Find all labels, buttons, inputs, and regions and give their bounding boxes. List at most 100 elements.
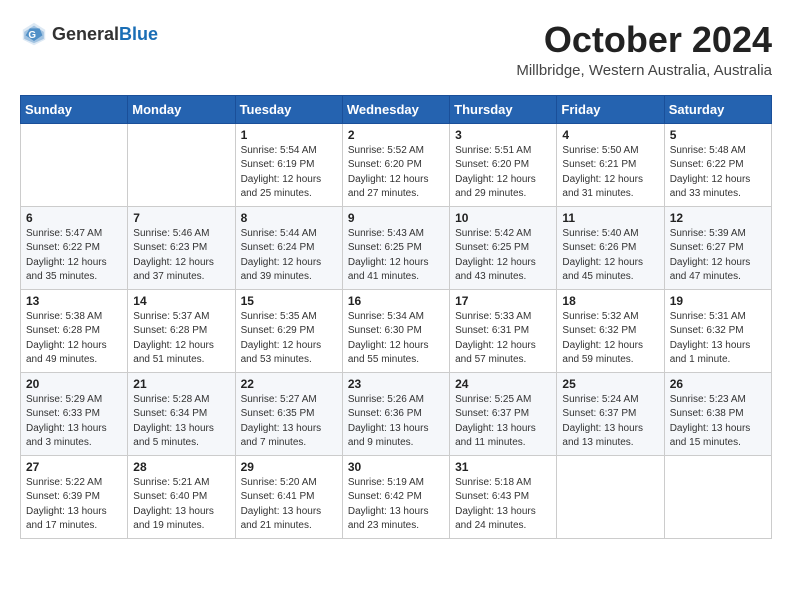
cell-line: Sunset: 6:40 PM xyxy=(133,490,229,505)
cell-line: Sunset: 6:24 PM xyxy=(241,241,337,256)
calendar-cell: 28Sunrise: 5:21 AMSunset: 6:40 PMDayligh… xyxy=(128,455,235,538)
cell-line: Sunrise: 5:35 AM xyxy=(241,310,337,325)
cell-content: Sunrise: 5:35 AMSunset: 6:29 PMDaylight:… xyxy=(241,310,337,368)
cell-line: Sunrise: 5:39 AM xyxy=(670,227,766,242)
day-number: 27 xyxy=(26,460,122,474)
cell-line: Daylight: 13 hours and 7 minutes. xyxy=(241,422,337,451)
cell-line: Sunset: 6:25 PM xyxy=(348,241,444,256)
day-number: 13 xyxy=(26,294,122,308)
calendar-cell: 23Sunrise: 5:26 AMSunset: 6:36 PMDayligh… xyxy=(342,372,449,455)
cell-line: Daylight: 12 hours and 37 minutes. xyxy=(133,256,229,285)
cell-content: Sunrise: 5:50 AMSunset: 6:21 PMDaylight:… xyxy=(562,144,658,202)
cell-content: Sunrise: 5:42 AMSunset: 6:25 PMDaylight:… xyxy=(455,227,551,285)
cell-line: Sunset: 6:20 PM xyxy=(348,158,444,173)
day-number: 3 xyxy=(455,128,551,142)
cell-line: Sunset: 6:23 PM xyxy=(133,241,229,256)
cell-line: Daylight: 12 hours and 41 minutes. xyxy=(348,256,444,285)
day-number: 18 xyxy=(562,294,658,308)
day-number: 10 xyxy=(455,211,551,225)
cell-line: Sunset: 6:32 PM xyxy=(670,324,766,339)
cell-content: Sunrise: 5:26 AMSunset: 6:36 PMDaylight:… xyxy=(348,393,444,451)
calendar-week-row: 20Sunrise: 5:29 AMSunset: 6:33 PMDayligh… xyxy=(21,372,772,455)
cell-content: Sunrise: 5:47 AMSunset: 6:22 PMDaylight:… xyxy=(26,227,122,285)
cell-content: Sunrise: 5:27 AMSunset: 6:35 PMDaylight:… xyxy=(241,393,337,451)
column-header-friday: Friday xyxy=(557,95,664,123)
cell-line: Daylight: 12 hours and 29 minutes. xyxy=(455,173,551,202)
cell-line: Daylight: 12 hours and 49 minutes. xyxy=(26,339,122,368)
cell-line: Sunrise: 5:44 AM xyxy=(241,227,337,242)
day-number: 1 xyxy=(241,128,337,142)
cell-line: Daylight: 13 hours and 23 minutes. xyxy=(348,505,444,534)
day-number: 21 xyxy=(133,377,229,391)
cell-line: Daylight: 12 hours and 55 minutes. xyxy=(348,339,444,368)
day-number: 30 xyxy=(348,460,444,474)
cell-line: Sunset: 6:37 PM xyxy=(562,407,658,422)
calendar-cell: 26Sunrise: 5:23 AMSunset: 6:38 PMDayligh… xyxy=(664,372,771,455)
calendar-cell: 27 Sunrise: 5:22 AMSunset: 6:39 PMDayligh… xyxy=(21,455,128,538)
cell-line: Sunrise: 5:20 AM xyxy=(241,476,337,491)
calendar-cell: 21 Sunrise: 5:28 AMSunset: 6:34 PMDayligh… xyxy=(128,372,235,455)
cell-line: Sunrise: 5:48 AM xyxy=(670,144,766,159)
cell-content: Sunrise: 5:40 AMSunset: 6:26 PMDaylight:… xyxy=(562,227,658,285)
calendar-cell: 19Sunrise: 5:31 AMSunset: 6:32 PMDayligh… xyxy=(664,289,771,372)
cell-content: Sunrise: 5:51 AMSunset: 6:20 PMDaylight:… xyxy=(455,144,551,202)
cell-content: Sunrise: 5:43 AMSunset: 6:25 PMDaylight:… xyxy=(348,227,444,285)
day-number: 28 xyxy=(133,460,229,474)
cell-line: Daylight: 12 hours and 47 minutes. xyxy=(670,256,766,285)
day-number: 24 xyxy=(455,377,551,391)
cell-line: Daylight: 12 hours and 43 minutes. xyxy=(455,256,551,285)
cell-line: Sunrise: 5:28 AM xyxy=(133,393,229,408)
calendar-cell: 13Sunrise: 5:38 AMSunset: 6:28 PMDayligh… xyxy=(21,289,128,372)
cell-content: Sunrise: 5:22 AMSunset: 6:39 PMDaylight:… xyxy=(26,476,122,534)
cell-content: Sunrise: 5:46 AMSunset: 6:23 PMDaylight:… xyxy=(133,227,229,285)
cell-line: Sunrise: 5:18 AM xyxy=(455,476,551,491)
calendar-cell: 20Sunrise: 5:29 AMSunset: 6:33 PMDayligh… xyxy=(21,372,128,455)
cell-content: Sunrise: 5:32 AMSunset: 6:32 PMDaylight:… xyxy=(562,310,658,368)
cell-line: Sunrise: 5:46 AM xyxy=(133,227,229,242)
cell-line: Sunset: 6:26 PM xyxy=(562,241,658,256)
cell-line: Sunset: 6:32 PM xyxy=(562,324,658,339)
cell-line: Sunset: 6:39 PM xyxy=(26,490,122,505)
column-header-tuesday: Tuesday xyxy=(235,95,342,123)
cell-line: Sunset: 6:36 PM xyxy=(348,407,444,422)
cell-line: Daylight: 13 hours and 15 minutes. xyxy=(670,422,766,451)
cell-line: Sunrise: 5:52 AM xyxy=(348,144,444,159)
calendar-cell: 22Sunrise: 5:27 AMSunset: 6:35 PMDayligh… xyxy=(235,372,342,455)
column-header-thursday: Thursday xyxy=(450,95,557,123)
calendar-cell: 1Sunrise: 5:54 AMSunset: 6:19 PMDaylight… xyxy=(235,123,342,206)
cell-line: Sunrise: 5:42 AM xyxy=(455,227,551,242)
logo: G GeneralBlue xyxy=(20,20,158,48)
day-number: 9 xyxy=(348,211,444,225)
day-number: 26 xyxy=(670,377,766,391)
cell-content: Sunrise: 5:18 AMSunset: 6:43 PMDaylight:… xyxy=(455,476,551,534)
cell-line: Daylight: 13 hours and 17 minutes. xyxy=(26,505,122,534)
cell-content: Sunrise: 5:28 AMSunset: 6:34 PMDaylight:… xyxy=(133,393,229,451)
calendar-cell: 29Sunrise: 5:20 AMSunset: 6:41 PMDayligh… xyxy=(235,455,342,538)
cell-content: Sunrise: 5:48 AMSunset: 6:22 PMDaylight:… xyxy=(670,144,766,202)
cell-line: Sunrise: 5:31 AM xyxy=(670,310,766,325)
calendar-cell: 4Sunrise: 5:50 AMSunset: 6:21 PMDaylight… xyxy=(557,123,664,206)
cell-content: Sunrise: 5:33 AMSunset: 6:31 PMDaylight:… xyxy=(455,310,551,368)
cell-line: Daylight: 13 hours and 13 minutes. xyxy=(562,422,658,451)
cell-line: Sunset: 6:20 PM xyxy=(455,158,551,173)
cell-line: Sunrise: 5:24 AM xyxy=(562,393,658,408)
cell-line: Sunset: 6:35 PM xyxy=(241,407,337,422)
calendar-cell: 12Sunrise: 5:39 AMSunset: 6:27 PMDayligh… xyxy=(664,206,771,289)
day-number: 19 xyxy=(670,294,766,308)
cell-line: Daylight: 13 hours and 24 minutes. xyxy=(455,505,551,534)
cell-line: Sunrise: 5:51 AM xyxy=(455,144,551,159)
cell-line: Daylight: 12 hours and 25 minutes. xyxy=(241,173,337,202)
cell-content: Sunrise: 5:25 AMSunset: 6:37 PMDaylight:… xyxy=(455,393,551,451)
calendar-cell: 25Sunrise: 5:24 AMSunset: 6:37 PMDayligh… xyxy=(557,372,664,455)
cell-line: Sunrise: 5:40 AM xyxy=(562,227,658,242)
cell-line: Sunrise: 5:43 AM xyxy=(348,227,444,242)
cell-line: Sunset: 6:42 PM xyxy=(348,490,444,505)
calendar-cell: 16Sunrise: 5:34 AMSunset: 6:30 PMDayligh… xyxy=(342,289,449,372)
calendar-cell xyxy=(128,123,235,206)
calendar-cell: 2Sunrise: 5:52 AMSunset: 6:20 PMDaylight… xyxy=(342,123,449,206)
calendar-week-row: 13Sunrise: 5:38 AMSunset: 6:28 PMDayligh… xyxy=(21,289,772,372)
cell-line: Daylight: 12 hours and 31 minutes. xyxy=(562,173,658,202)
cell-line: Sunrise: 5:50 AM xyxy=(562,144,658,159)
day-number: 2 xyxy=(348,128,444,142)
calendar-cell: 6Sunrise: 5:47 AMSunset: 6:22 PMDaylight… xyxy=(21,206,128,289)
